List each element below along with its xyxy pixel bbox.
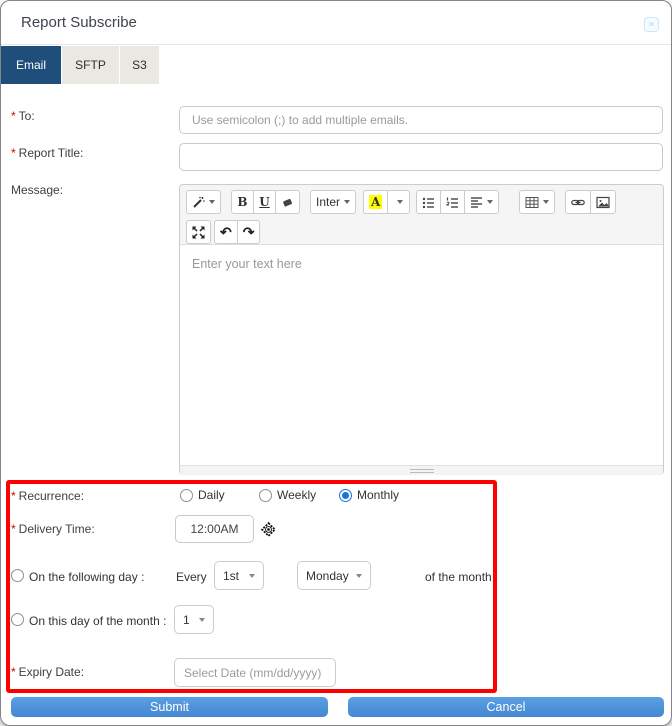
day-of-month-label: On this day of the month : — [29, 614, 167, 628]
chevron-down-icon — [199, 617, 205, 622]
chevron-down-icon — [209, 200, 215, 204]
required-asterisk: * — [11, 109, 16, 123]
chevron-down-icon — [396, 200, 403, 204]
radio-circle-icon[interactable] — [259, 488, 272, 502]
radio-circle-icon[interactable] — [339, 488, 352, 502]
tab-bar: Email SFTP S3 — [1, 46, 160, 84]
link-icon — [571, 199, 586, 205]
close-icon[interactable]: ✕ — [644, 17, 659, 32]
report-title-label: * Report Title: — [11, 146, 84, 160]
editor-placeholder: Enter your text here — [192, 257, 302, 271]
eraser-icon — [283, 198, 293, 206]
delivery-time-label: * Delivery Time: — [11, 522, 95, 536]
to-label: * To: — [11, 109, 35, 123]
list-ul-icon — [423, 197, 435, 208]
required-asterisk: * — [11, 665, 16, 679]
table-dropdown[interactable] — [519, 190, 556, 214]
radio-weekly[interactable]: Weekly — [259, 488, 316, 502]
following-day-row: On the following day : Every 1st Monday … — [1, 561, 671, 591]
radio-circle-icon[interactable] — [180, 488, 193, 502]
bold-icon: B — [237, 195, 248, 209]
tab-sftp[interactable]: SFTP — [62, 46, 119, 84]
undo-button[interactable]: ↶ — [214, 220, 238, 244]
required-asterisk: * — [11, 522, 16, 536]
chevron-down-icon — [249, 573, 255, 578]
page-title: Report Subscribe — [21, 14, 137, 31]
delivery-time-input[interactable] — [175, 515, 254, 543]
editor-content-area[interactable]: Enter your text here — [180, 245, 663, 465]
cancel-button[interactable]: Cancel — [348, 697, 664, 717]
font-family-dropdown[interactable]: Inter — [310, 190, 357, 214]
chevron-down-icon — [356, 573, 362, 578]
of-the-month-label: of the month — [425, 570, 492, 584]
align-left-icon — [471, 196, 483, 208]
bold-button[interactable]: B — [231, 190, 254, 214]
editor-resize-bar[interactable] — [180, 465, 663, 475]
underline-button[interactable]: U — [253, 190, 276, 214]
table-icon — [525, 196, 539, 208]
dialog-header: Report Subscribe ✕ — [1, 1, 671, 45]
undo-icon: ↶ — [220, 224, 232, 240]
recurrence-label: * Recurrence: — [11, 489, 85, 503]
font-color-button[interactable]: A — [363, 190, 389, 214]
radio-following-day[interactable] — [11, 569, 24, 582]
chevron-down-icon — [344, 200, 351, 204]
every-label: Every — [176, 570, 207, 584]
expiry-date-input[interactable]: Select Date (mm/dd/yyyy) — [174, 658, 336, 687]
tab-email[interactable]: Email — [1, 46, 61, 84]
editor-toolbar: B U Inter A ↶ ↷ — [180, 185, 663, 245]
report-subscribe-dialog: Report Subscribe ✕ Email SFTP S3 *To: *R… — [0, 0, 672, 726]
rich-text-editor: B U Inter A ↶ ↷ Enter your text here — [179, 184, 664, 475]
ordinal-select[interactable]: 1st — [214, 561, 264, 590]
expiry-date-label: * Expiry Date: — [11, 665, 85, 679]
font-color-dropdown[interactable] — [387, 190, 411, 214]
clear-format-button[interactable] — [275, 190, 300, 214]
resize-grip-icon — [409, 468, 434, 473]
insert-link-button[interactable] — [565, 190, 592, 214]
fullscreen-icon — [192, 226, 205, 238]
radio-monthly[interactable]: Monthly — [339, 488, 399, 502]
fullscreen-button[interactable] — [186, 220, 211, 244]
weekday-select[interactable]: Monday — [297, 561, 371, 590]
redo-button[interactable]: ↷ — [236, 220, 261, 244]
following-day-label: On the following day : — [29, 570, 145, 584]
day-number-select[interactable]: 1 — [174, 605, 214, 634]
day-of-month-row: On this day of the month : 1 — [1, 604, 671, 634]
insert-image-button[interactable] — [590, 190, 617, 214]
to-input[interactable] — [179, 106, 663, 134]
chevron-down-icon — [543, 200, 550, 204]
time-picker-crosshair-icon[interactable] — [259, 520, 278, 539]
submit-button[interactable]: Submit — [11, 697, 328, 717]
radio-daily[interactable]: Daily — [180, 488, 225, 502]
list-ol-icon — [446, 197, 459, 208]
required-asterisk: * — [11, 489, 16, 503]
underline-icon: U — [259, 195, 270, 209]
paragraph-align-dropdown[interactable] — [464, 190, 500, 214]
chevron-down-icon — [487, 200, 494, 204]
image-icon — [596, 196, 610, 208]
report-title-input[interactable] — [179, 143, 663, 171]
required-asterisk: * — [11, 146, 16, 160]
ordered-list-button[interactable] — [440, 190, 466, 214]
font-color-icon: A — [369, 195, 383, 209]
unordered-list-button[interactable] — [416, 190, 442, 214]
radio-day-of-month[interactable] — [11, 613, 24, 626]
style-magic-wand-icon[interactable] — [186, 190, 221, 214]
message-label: Message: — [11, 183, 64, 197]
expiry-date-placeholder: Select Date (mm/dd/yyyy) — [184, 665, 322, 680]
tab-s3[interactable]: S3 — [120, 46, 159, 84]
redo-icon: ↷ — [242, 224, 255, 240]
